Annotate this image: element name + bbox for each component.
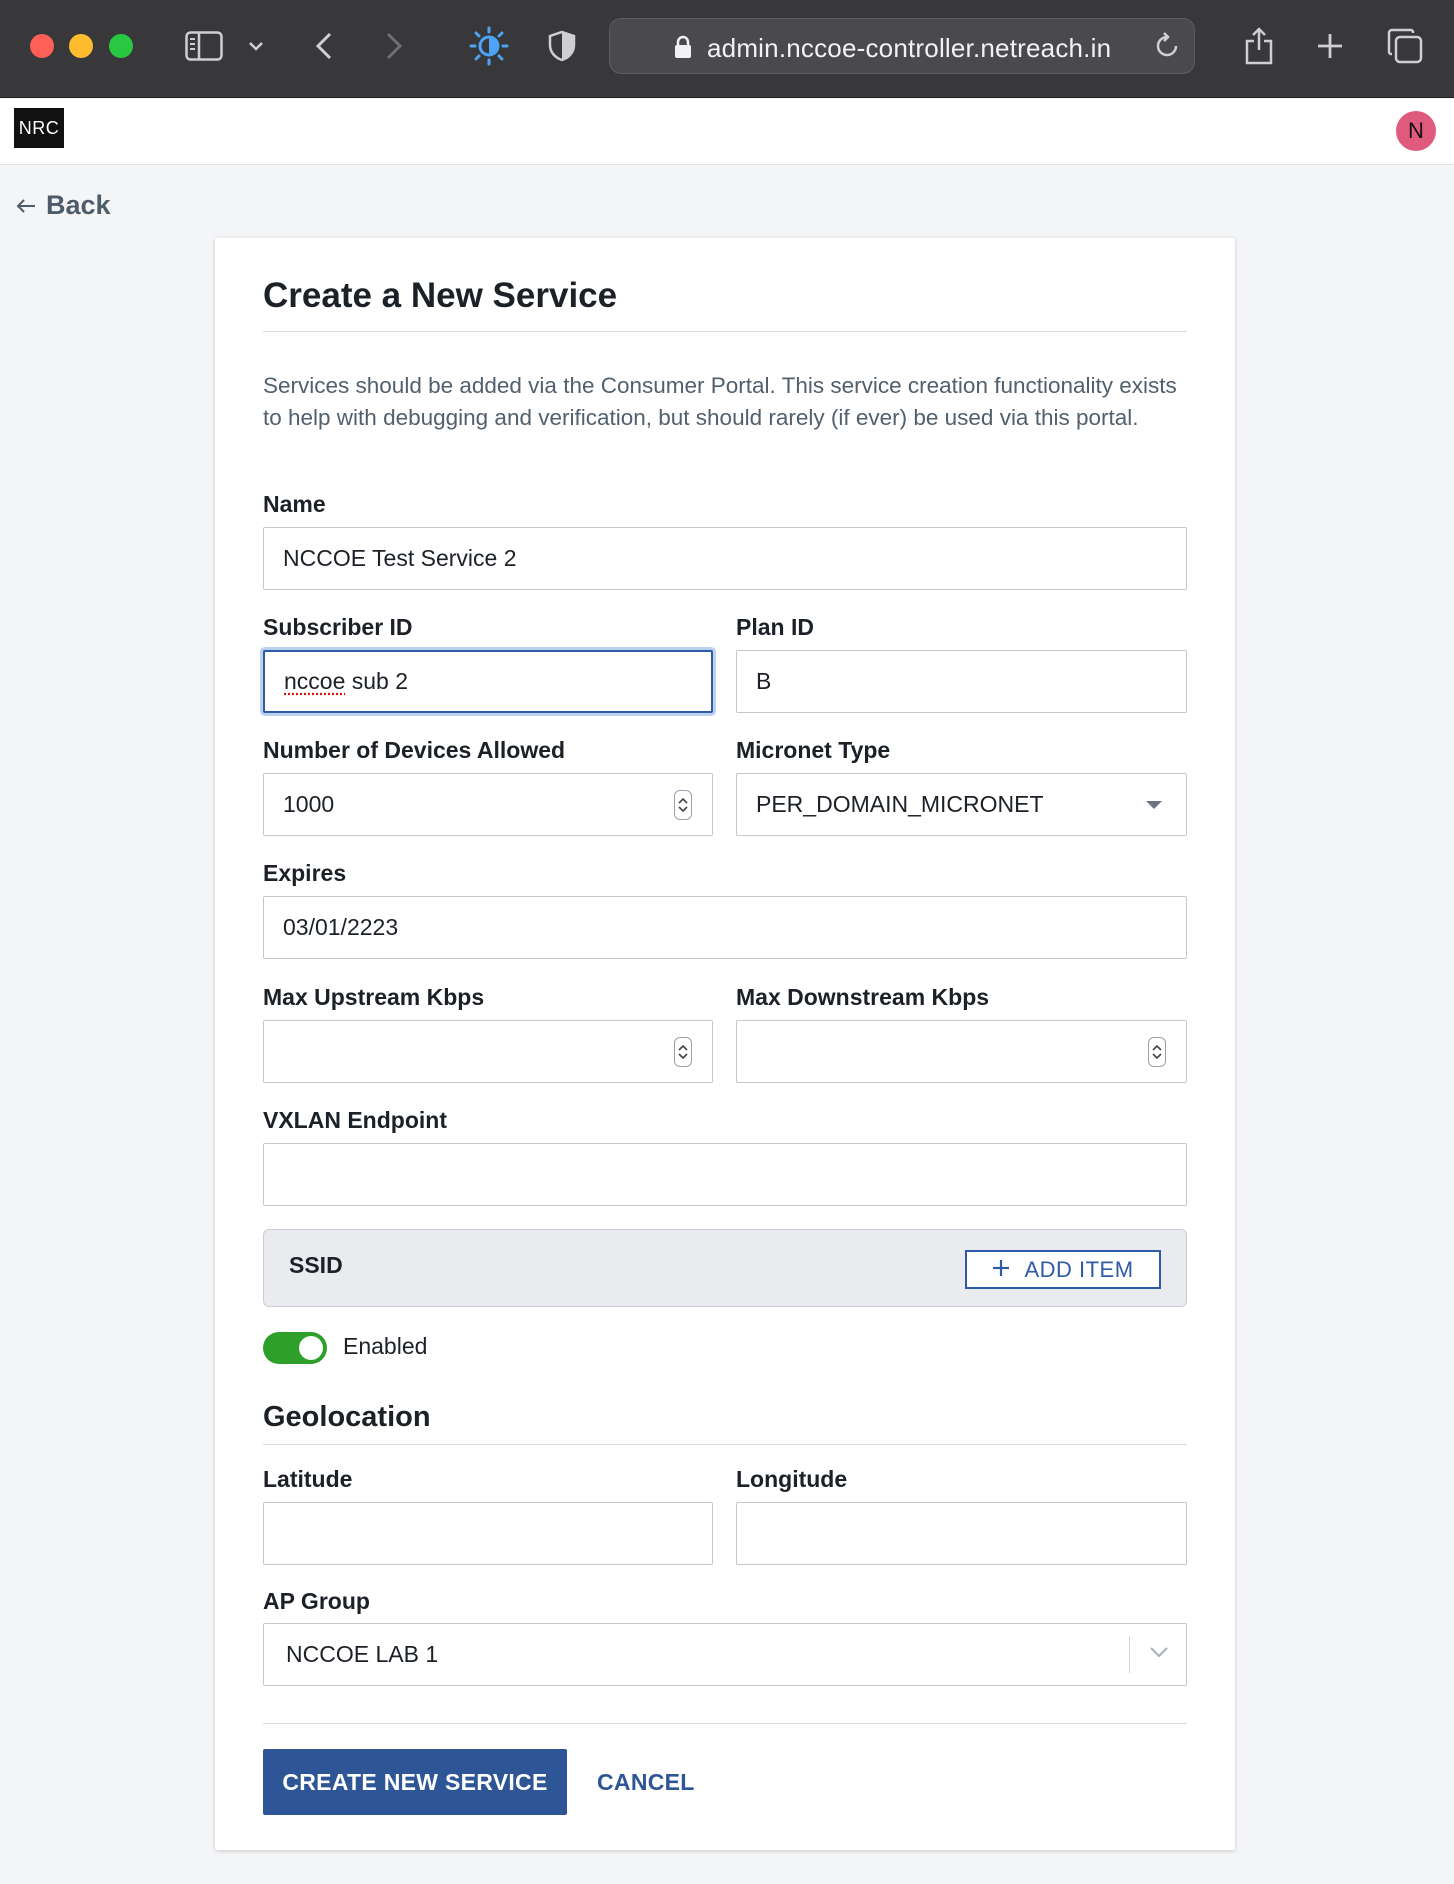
micronet-type-select[interactable]: PER_DOMAIN_MICRONET xyxy=(736,773,1187,836)
caret-down-icon xyxy=(1146,801,1162,809)
plus-icon xyxy=(992,1257,1010,1283)
ap-group-select[interactable]: NCCOE LAB 1 xyxy=(263,1623,1187,1686)
longitude-input[interactable] xyxy=(736,1502,1187,1565)
plan-id-input[interactable]: B xyxy=(736,650,1187,713)
title-divider xyxy=(263,331,1187,332)
select-separator xyxy=(1129,1636,1130,1673)
subscriber-id-input[interactable]: nccoe sub 2 xyxy=(263,650,713,713)
chevron-down-icon[interactable] xyxy=(244,22,268,70)
back-arrow-icon[interactable] xyxy=(310,22,338,70)
form-description: Services should be added via the Consume… xyxy=(263,373,1177,430)
vxlan-endpoint-label: VXLAN Endpoint xyxy=(263,1107,447,1133)
enabled-toggle[interactable] xyxy=(263,1332,327,1364)
latitude-label: Latitude xyxy=(263,1466,353,1492)
reload-icon[interactable] xyxy=(1152,31,1182,66)
url-text: admin.nccoe-controller.netreach.in xyxy=(707,33,1112,63)
create-service-form: Create a New Service Services should be … xyxy=(215,238,1235,1850)
page-title: Create a New Service xyxy=(263,276,618,315)
plan-id-value: B xyxy=(756,668,772,694)
enabled-label: Enabled xyxy=(343,1333,428,1359)
latitude-input[interactable] xyxy=(263,1502,713,1565)
plan-id-label: Plan ID xyxy=(736,614,814,640)
expires-value: 03/01/2223 xyxy=(283,914,399,940)
tabs-icon[interactable] xyxy=(1386,22,1424,70)
expires-input[interactable]: 03/01/2223 xyxy=(263,896,1187,959)
longitude-label: Longitude xyxy=(736,1466,848,1492)
plus-icon[interactable] xyxy=(1314,22,1346,70)
add-ssid-button[interactable]: ADD ITEM xyxy=(965,1250,1161,1289)
shield-icon[interactable] xyxy=(546,22,578,70)
brightness-icon[interactable] xyxy=(468,22,510,70)
address-bar[interactable]: admin.nccoe-controller.netreach.in xyxy=(609,18,1195,74)
arrow-left-icon xyxy=(16,190,36,221)
micronet-type-value: PER_DOMAIN_MICRONET xyxy=(756,791,1044,817)
geolocation-heading: Geolocation xyxy=(263,1401,431,1433)
share-icon[interactable] xyxy=(1242,22,1276,70)
name-label: Name xyxy=(263,491,326,517)
devices-allowed-label: Number of Devices Allowed xyxy=(263,737,566,763)
ssid-list: SSID ADD ITEM xyxy=(263,1229,1187,1307)
stepper-icon[interactable] xyxy=(1148,1037,1166,1067)
max-downstream-input[interactable] xyxy=(736,1020,1187,1083)
forward-arrow-icon[interactable] xyxy=(380,22,408,70)
ap-group-label: AP Group xyxy=(263,1588,370,1614)
back-link[interactable]: Back xyxy=(16,190,111,221)
cancel-button[interactable]: CANCEL xyxy=(597,1749,695,1815)
stepper-icon[interactable] xyxy=(674,1037,692,1067)
chevron-down-icon[interactable] xyxy=(1149,1645,1169,1663)
name-value: NCCOE Test Service 2 xyxy=(283,545,517,571)
minimize-window-button[interactable] xyxy=(69,34,93,58)
subscriber-id-label: Subscriber ID xyxy=(263,614,413,640)
add-item-label: ADD ITEM xyxy=(1024,1256,1134,1282)
user-avatar[interactable]: N xyxy=(1396,111,1436,151)
maximize-window-button[interactable] xyxy=(109,34,133,58)
actions-divider xyxy=(263,1723,1187,1724)
lock-icon xyxy=(674,35,692,64)
toggle-knob xyxy=(299,1336,323,1360)
create-service-button[interactable]: CREATE NEW SERVICE xyxy=(263,1749,567,1815)
stepper-icon[interactable] xyxy=(674,790,692,820)
geolocation-divider xyxy=(263,1444,1187,1445)
vxlan-endpoint-input[interactable] xyxy=(263,1143,1187,1206)
browser-toolbar: admin.nccoe-controller.netreach.in xyxy=(0,0,1454,98)
app-logo[interactable]: NRC xyxy=(14,108,64,148)
subscriber-id-value-rest: sub 2 xyxy=(345,668,409,694)
max-upstream-input[interactable] xyxy=(263,1020,713,1083)
expires-label: Expires xyxy=(263,860,347,886)
subscriber-id-value: nccoe sub 2 xyxy=(284,668,408,695)
devices-allowed-input[interactable]: 1000 xyxy=(263,773,713,836)
ap-group-value: NCCOE LAB 1 xyxy=(286,1641,439,1667)
max-downstream-label: Max Downstream Kbps xyxy=(736,984,990,1010)
ssid-label: SSID xyxy=(289,1252,343,1278)
max-upstream-label: Max Upstream Kbps xyxy=(263,984,485,1010)
devices-allowed-value: 1000 xyxy=(283,791,335,817)
name-input[interactable]: NCCOE Test Service 2 xyxy=(263,527,1187,590)
subscriber-id-value-word: nccoe xyxy=(284,668,346,694)
app-header: NRC N xyxy=(0,99,1454,165)
close-window-button[interactable] xyxy=(30,34,54,58)
sidebar-icon[interactable] xyxy=(183,22,225,70)
back-label: Back xyxy=(46,190,111,220)
micronet-type-label: Micronet Type xyxy=(736,737,891,763)
